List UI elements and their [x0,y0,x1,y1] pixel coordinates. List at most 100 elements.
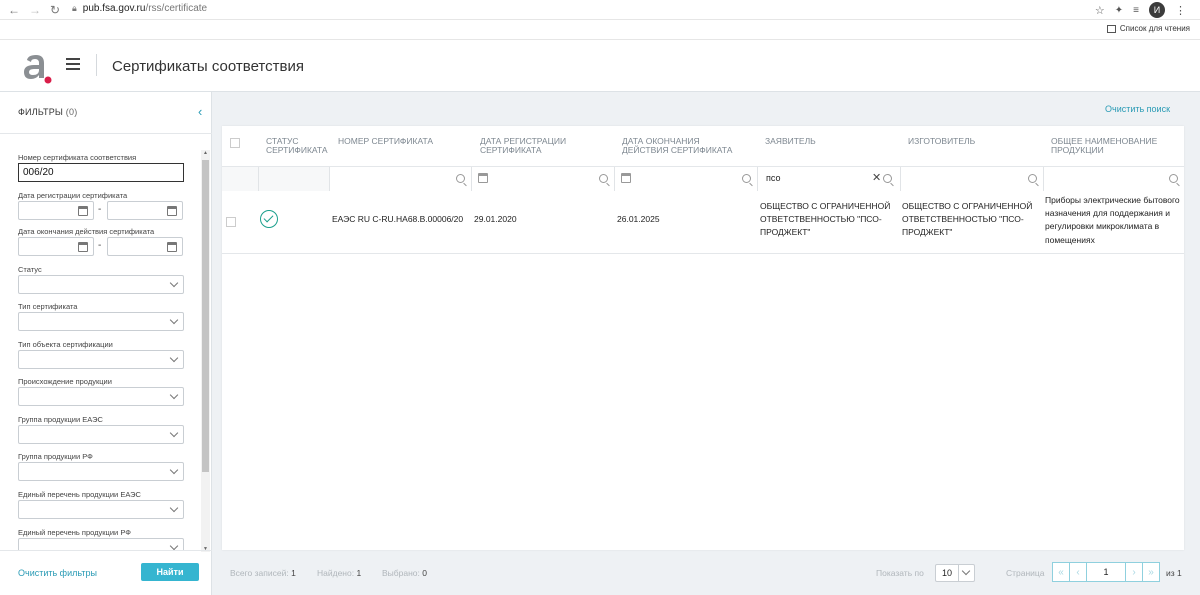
page-number-input[interactable]: 1 [1087,563,1125,581]
last-page-icon[interactable]: » [1142,563,1159,581]
status-valid-icon [260,210,278,228]
reg-date-to-input[interactable] [107,201,183,220]
filter-list: Номер сертификата соответствия 006/20 Да… [0,150,200,550]
found-value: 1 [356,568,362,578]
scroll-thumb[interactable] [202,160,209,472]
back-icon[interactable]: ← [6,2,22,18]
playlist-icon[interactable]: ≡ [1133,5,1139,16]
reading-list-icon [1106,24,1116,33]
origin-label: Происхождение продукции [18,377,112,386]
filters-title: ФИЛЬТРЫ (0) [18,107,77,117]
date-separator: - [98,204,102,215]
chevron-down-icon [169,541,179,550]
results-table: СТАТУС СЕРТИФИКАТА НОМЕР СЕРТИФИКАТА ДАТ… [222,126,1184,550]
column-header-number[interactable]: НОМЕР СЕРТИФИКАТА [338,137,468,146]
lock-icon: 🔒︎ [72,3,77,13]
date-separator: - [98,240,102,251]
clear-filters-link[interactable]: Очистить фильтры [18,568,97,578]
filter-product-input[interactable] [1043,167,1184,191]
column-header-status[interactable]: СТАТУС СЕРТИФИКАТА [266,137,336,155]
column-header-applicant[interactable]: ЗАЯВИТЕЛЬ [765,137,885,146]
filter-number-input[interactable] [329,167,471,191]
find-button[interactable]: Найти [141,563,199,581]
filter-manufacturer-input[interactable] [900,167,1043,191]
first-page-icon[interactable]: « [1053,563,1070,581]
list-rf-select[interactable] [18,538,184,550]
cert-type-select[interactable] [18,312,184,331]
reg-date-cell: 29.01.2020 [474,214,517,224]
end-date-to-input[interactable] [107,237,183,256]
chevron-down-icon [169,315,179,325]
group-rf-select[interactable] [18,462,184,481]
column-header-product[interactable]: ОБЩЕЕ НАИМЕНОВАНИЕ ПРОДУКЦИИ [1051,137,1173,155]
total-value: 1 [291,568,296,578]
reg-date-from-input[interactable] [18,201,94,220]
end-date-cell: 26.01.2025 [617,214,660,224]
clear-search-link[interactable]: Очистить поиск [1105,104,1170,114]
found-records: Найдено: 1 [317,568,361,578]
calendar-icon [78,242,88,252]
column-header-end-date[interactable]: ДАТА ОКОНЧАНИЯ ДЕЙСТВИЯ СЕРТИФИКАТА [622,137,744,155]
cert-number-cell[interactable]: ЕАЭС RU C-RU.НА68.В.00006/20 [332,213,472,226]
collapse-sidebar-icon[interactable]: ‹ [198,104,202,119]
applicant-cell: ОБЩЕСТВО С ОГРАНИЧЕННОЙ ОТВЕТСТВЕННОСТЬЮ… [760,201,891,238]
filters-sidebar: ФИЛЬТРЫ (0) ‹ Номер сертификата соответс… [0,92,212,595]
cert-number-input[interactable]: 006/20 [18,163,184,182]
per-page-select[interactable]: 10 [935,564,975,582]
list-eaes-label: Единый перечень продукции ЕАЭС [18,490,141,499]
row-checkbox[interactable] [226,217,236,227]
reading-list-button[interactable]: Список для чтения [1106,24,1190,33]
menu-icon[interactable] [66,57,80,71]
table-row[interactable]: ЕАЭС RU C-RU.НА68.В.00006/20 29.01.2020 … [222,192,1184,254]
clear-filter-icon[interactable]: ✕ [872,171,881,184]
calendar-icon [478,173,488,183]
bookmark-star-icon[interactable]: ☆ [1095,4,1105,17]
table-header: СТАТУС СЕРТИФИКАТА НОМЕР СЕРТИФИКАТА ДАТ… [222,126,1184,166]
filter-end-date-input[interactable] [614,167,757,191]
extensions-icon[interactable]: ✦ [1115,5,1123,16]
group-eaes-select[interactable] [18,425,184,444]
fsa-logo-icon[interactable] [22,54,54,84]
browser-menu-icon[interactable]: ⋮ [1175,4,1186,17]
cert-number-label: Номер сертификата соответствия [18,153,137,162]
filter-reg-date-input[interactable] [471,167,614,191]
prev-page-icon[interactable]: ‹ [1070,563,1087,581]
object-type-select[interactable] [18,350,184,369]
select-all-checkbox[interactable] [230,138,240,148]
next-page-icon[interactable]: › [1125,563,1142,581]
filter-applicant-input[interactable]: псо ✕ [757,167,900,191]
selected-records: Выбрано: 0 [382,568,427,578]
address-bar[interactable]: 🔒︎ pub.fsa.gov.ru/rss/certificate [72,3,207,14]
column-header-manufacturer[interactable]: ИЗГОТОВИТЕЛЬ [908,137,1028,146]
product-cell: Приборы электрические бытового назначени… [1045,195,1180,245]
total-label: Всего записей: [230,568,289,578]
end-date-from-input[interactable] [18,237,94,256]
status-select[interactable] [18,275,184,294]
calendar-icon [167,206,177,216]
bookmarks-bar: Список для чтения [0,20,1200,40]
cert-type-label: Тип сертификата [18,302,78,311]
calendar-icon [167,242,177,252]
page-label: Страница [1006,568,1045,578]
profile-avatar[interactable]: И [1149,2,1165,18]
column-filter-row: псо ✕ [222,166,1184,191]
search-icon [1169,174,1178,183]
list-eaes-select[interactable] [18,500,184,519]
scroll-up-icon[interactable]: ▲ [203,150,208,156]
list-rf-label: Единый перечень продукции РФ [18,528,131,537]
search-icon [742,174,751,183]
per-page-value: 10 [942,568,953,578]
forward-icon[interactable]: → [27,2,43,18]
per-page-separator [958,565,959,581]
chevron-down-icon [169,353,179,363]
origin-select[interactable] [18,387,184,406]
app-header: Сертификаты соответствия [0,40,1200,92]
selected-label: Выбрано: [382,568,420,578]
column-header-reg-date[interactable]: ДАТА РЕГИСТРАЦИИ СЕРТИФИКАТА [480,137,600,155]
end-date-label: Дата окончания действия сертификата [18,227,155,236]
chevron-down-icon [169,503,179,513]
filters-scrollbar[interactable]: ▲ ▼ [201,150,210,552]
applicant-filter-value: псо [766,173,781,183]
reload-icon[interactable]: ↻ [47,2,63,18]
group-rf-label: Группа продукции РФ [18,452,93,461]
